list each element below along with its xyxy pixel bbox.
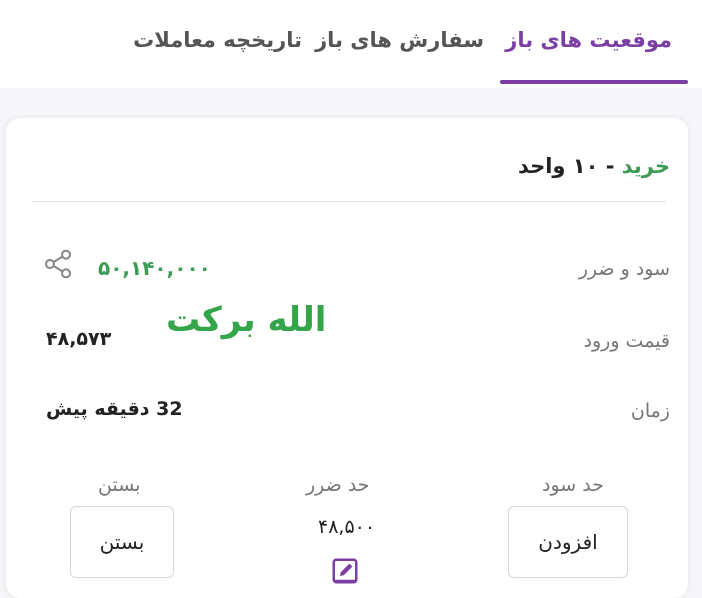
pnl-value: ۵۰,۱۴۰,۰۰۰ xyxy=(98,256,211,280)
title-separator: - xyxy=(598,154,622,178)
active-tab-indicator xyxy=(500,80,688,84)
position-title: خرید - ۱۰ واحد xyxy=(518,154,670,178)
time-value: 32 دقیقه پیش xyxy=(46,398,183,420)
edit-icon[interactable] xyxy=(330,556,360,586)
tab-bar: موقعیت های باز سفارش های باز تاریخچه معا… xyxy=(0,0,702,88)
position-quantity: ۱۰ واحد xyxy=(517,154,599,178)
stop-loss-label: حد ضرر xyxy=(306,474,370,496)
stop-loss-value: ۴۸,۵۰۰ xyxy=(318,516,376,538)
tab-open-orders[interactable]: سفارش های باز xyxy=(315,28,484,52)
close-label: بستن xyxy=(98,474,141,496)
share-icon[interactable] xyxy=(42,248,74,280)
entry-price-value: ۴۸,۵۷۳ xyxy=(46,328,112,350)
entry-price-label: قیمت ورود xyxy=(583,330,670,352)
tab-open-positions[interactable]: موقعیت های باز xyxy=(505,28,672,52)
close-position-button[interactable]: بستن xyxy=(70,506,174,578)
add-take-profit-button[interactable]: افزودن xyxy=(508,506,628,578)
position-side: خرید xyxy=(621,154,670,178)
pnl-label: سود و ضرر xyxy=(578,258,670,280)
time-label: زمان xyxy=(630,400,670,422)
tab-trade-history[interactable]: تاریخچه معاملات xyxy=(133,28,302,52)
position-card: خرید - ۱۰ واحد سود و ضرر ۵۰,۱۴۰,۰۰۰ الله… xyxy=(6,118,688,598)
take-profit-label: حد سود xyxy=(542,474,604,496)
divider xyxy=(32,201,666,202)
overlay-text: الله برکت xyxy=(166,300,327,340)
